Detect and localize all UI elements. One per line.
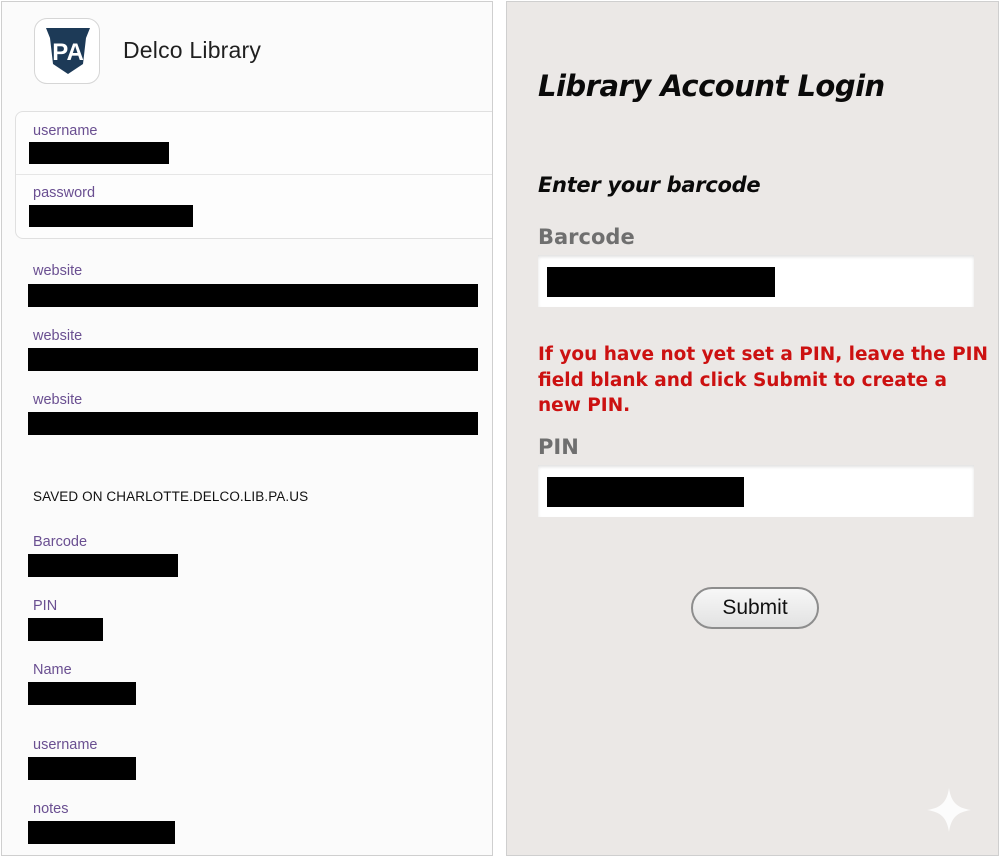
app-icon-text: PA (52, 39, 84, 66)
sparkle-icon (927, 788, 971, 832)
barcode-input[interactable] (538, 255, 974, 307)
app-title: Delco Library (123, 37, 262, 63)
section-subtitle: Enter your barcode (538, 173, 761, 197)
submit-button[interactable]: Submit (691, 587, 819, 629)
website-label: website (33, 263, 83, 279)
website-value-redacted[interactable] (28, 412, 478, 435)
app-icon: PA (34, 18, 100, 84)
pin-input-value-redacted (547, 477, 744, 507)
notes-value-redacted[interactable] (28, 821, 175, 844)
name-value-redacted[interactable] (28, 682, 136, 705)
website-value-redacted[interactable] (28, 284, 478, 307)
website-value-redacted[interactable] (28, 348, 478, 371)
page-title: Library Account Login (538, 69, 885, 103)
saved-on-heading: SAVED ON CHARLOTTE.DELCO.LIB.PA.US (33, 489, 309, 504)
barcode-input-value-redacted (547, 267, 775, 297)
website-label: website (33, 392, 83, 408)
keystone-icon: PA (46, 28, 90, 74)
barcode-label: Barcode (538, 225, 635, 249)
credentials-divider (16, 174, 492, 175)
pin-input[interactable] (538, 465, 974, 517)
pin-warning-message: If you have not yet set a PIN, leave the… (538, 344, 989, 416)
password-value-redacted[interactable] (29, 205, 193, 227)
pin-value-redacted[interactable] (28, 618, 103, 641)
username-label: username (33, 123, 98, 139)
barcode-value-redacted[interactable] (28, 554, 178, 577)
website-label: website (33, 328, 83, 344)
pin-label: PIN (33, 598, 58, 614)
username-value-redacted[interactable] (29, 142, 169, 164)
pin-label: PIN (538, 435, 579, 459)
saved-username-label: username (33, 737, 98, 753)
password-label: password (33, 185, 96, 201)
library-login-panel: Library Account Login Enter your barcode… (506, 1, 999, 856)
notes-label: notes (33, 801, 69, 817)
barcode-label: Barcode (33, 534, 88, 550)
saved-username-value-redacted[interactable] (28, 757, 136, 780)
password-manager-panel: PA Delco Library username password websi… (1, 1, 493, 856)
name-label: Name (33, 662, 72, 678)
